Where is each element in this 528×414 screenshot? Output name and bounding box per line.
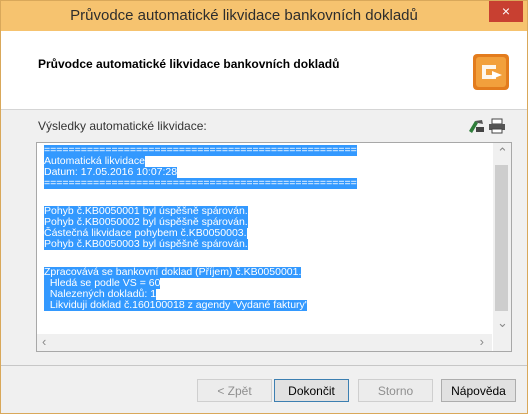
result-line: Pohyb č.KB0050003 byl úspěšně spárován. (44, 238, 248, 250)
footer-separator (1, 365, 527, 366)
help-button[interactable]: Nápověda (441, 379, 516, 402)
scroll-right-icon[interactable]: › (480, 335, 484, 349)
wizard-header: Průvodce automatické likvidace bankovníc… (1, 31, 527, 110)
vertical-scroll-thumb[interactable] (495, 165, 508, 311)
results-list[interactable]: ========================================… (36, 142, 512, 352)
cancel-button[interactable]: Storno (358, 379, 433, 402)
scroll-up-icon[interactable]: ⌃ (497, 146, 508, 160)
wizard-window: Průvodce automatické likvidace bankovníc… (0, 0, 528, 414)
result-line: ========================================… (44, 177, 357, 189)
header-title: Průvodce automatické likvidace bankovníc… (38, 57, 340, 71)
vertical-scrollbar[interactable]: ⌃ ⌄ (493, 143, 511, 334)
results-text-area[interactable]: ========================================… (37, 143, 492, 334)
scroll-down-icon[interactable]: ⌄ (497, 316, 508, 330)
result-line: Likviduji doklad č.160100018 z agendy 'V… (44, 299, 307, 311)
wizard-logo-icon (473, 54, 509, 90)
back-button[interactable]: < Zpět (197, 379, 272, 402)
close-button[interactable]: × (489, 1, 523, 22)
finish-button[interactable]: Dokončit (274, 379, 349, 402)
print-icon[interactable] (488, 118, 506, 134)
results-label: Výsledky automatické likvidace: (38, 119, 207, 133)
horizontal-scrollbar[interactable]: ‹ › (37, 334, 492, 351)
print-preview-icon[interactable] (467, 118, 485, 134)
title-bar[interactable]: Průvodce automatické likvidace bankovníc… (1, 1, 527, 31)
scroll-left-icon[interactable]: ‹ (42, 335, 46, 349)
window-title: Průvodce automatické likvidace bankovníc… (70, 7, 418, 24)
scrollbar-corner (493, 334, 511, 351)
